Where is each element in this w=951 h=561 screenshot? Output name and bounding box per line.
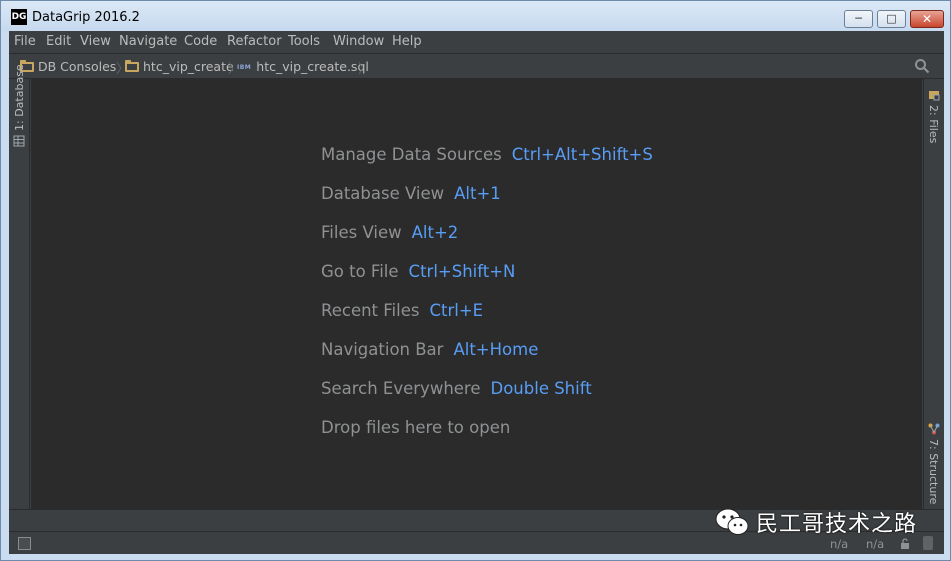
lock-icon[interactable] (900, 538, 910, 549)
breadcrumb-separator: 〉 (358, 62, 372, 77)
welcome-label: Manage Data Sources (321, 145, 502, 164)
welcome-shortcut: Ctrl+E (429, 301, 484, 320)
welcome-label: Go to File (321, 262, 399, 281)
menu-navigate[interactable]: Navigate (119, 34, 177, 49)
welcome-shortcut: Alt+2 (411, 223, 459, 242)
breadcrumb-htc-vip-create[interactable]: htc_vip_create (125, 59, 234, 75)
welcome-label: Recent Files (321, 301, 420, 320)
breadcrumb-db-consoles[interactable]: DB Consoles (20, 59, 116, 75)
welcome-item: Database View Alt+1 (321, 184, 501, 203)
welcome-shortcut: Ctrl+Shift+N (408, 262, 516, 281)
menu-file[interactable]: File (14, 34, 36, 49)
memory-indicator-icon[interactable] (923, 536, 933, 550)
breadcrumb-label: htc_vip_create (143, 59, 234, 74)
minimize-button[interactable]: ─ (844, 10, 873, 28)
welcome-shortcut: Alt+1 (454, 184, 501, 203)
menu-view[interactable]: View (80, 34, 111, 49)
menu-help[interactable]: Help (392, 34, 422, 49)
folder-icon (125, 60, 139, 72)
window-title: DataGrip 2016.2 (32, 10, 140, 25)
maximize-icon: □ (886, 12, 897, 25)
ibm-db2-icon: IBM (237, 64, 252, 71)
menu-bar: File Edit View Navigate Code Refactor To… (9, 31, 944, 53)
close-icon: ✕ (921, 12, 933, 26)
welcome-shortcut: Ctrl+Alt+Shift+S (511, 145, 653, 164)
welcome-label: Navigation Bar (321, 340, 444, 359)
minimize-icon: ─ (855, 12, 862, 25)
welcome-shortcut: Alt+Home (453, 340, 539, 359)
watermark-text: 民工哥技术之路 (756, 512, 918, 537)
tool-window-structure[interactable]: 7: Structure (927, 439, 940, 504)
welcome-label: Search Everywhere (321, 379, 481, 398)
menu-code[interactable]: Code (184, 34, 217, 49)
welcome-label: Files View (321, 223, 402, 242)
datagrip-app-icon: DG (11, 9, 27, 25)
app-window: DG DataGrip 2016.2 ─ □ ✕ File Edit View … (0, 0, 951, 561)
welcome-item: Navigation Bar Alt+Home (321, 340, 538, 359)
tool-window-database[interactable]: 1: Database (13, 64, 26, 131)
navigation-bar: DB Consoles 〉 htc_vip_create 〉 IBM htc_vi… (9, 53, 944, 79)
close-button[interactable]: ✕ (910, 10, 944, 28)
title-bar: DG DataGrip 2016.2 ─ □ ✕ (1, 1, 950, 31)
files-icon (929, 91, 940, 101)
welcome-item: Manage Data Sources Ctrl+Alt+Shift+S (321, 145, 653, 164)
database-icon (13, 135, 25, 147)
file-encoding[interactable]: n/a (866, 537, 884, 551)
welcome-item: Files View Alt+2 (321, 223, 458, 242)
caret-position[interactable]: n/a (830, 537, 848, 551)
drop-files-hint: Drop files here to open (321, 418, 511, 437)
welcome-item: Recent Files Ctrl+E (321, 301, 483, 320)
menu-window[interactable]: Window (333, 34, 384, 49)
welcome-item: Search Everywhere Double Shift (321, 379, 592, 398)
breadcrumb-label: DB Consoles (38, 59, 117, 74)
tool-window-files[interactable]: 2: Files (927, 105, 940, 143)
right-tool-strip: 2: Files 7: Structure (923, 79, 944, 509)
menu-tools[interactable]: Tools (288, 34, 320, 49)
welcome-item: Go to File Ctrl+Shift+N (321, 262, 515, 281)
search-icon[interactable] (914, 58, 930, 74)
maximize-button[interactable]: □ (877, 10, 906, 28)
menu-refactor[interactable]: Refactor (227, 34, 282, 49)
welcome-label: Database View (321, 184, 445, 203)
watermark: 民工哥技术之路 (714, 506, 917, 538)
left-tool-strip: 1: Database (9, 64, 30, 509)
wechat-icon (715, 508, 749, 535)
breadcrumb-label: htc_vip_create.sql (256, 59, 369, 74)
editor-area[interactable]: Manage Data Sources Ctrl+Alt+Shift+S Data… (31, 79, 922, 509)
welcome-shortcut: Double Shift (490, 379, 592, 398)
structure-icon (928, 423, 940, 435)
ide-main: File Edit View Navigate Code Refactor To… (9, 31, 944, 554)
toggle-tool-windows-button[interactable] (18, 537, 31, 550)
menu-edit[interactable]: Edit (46, 34, 71, 49)
breadcrumb-sql-file[interactable]: IBM htc_vip_create.sql (237, 59, 369, 75)
